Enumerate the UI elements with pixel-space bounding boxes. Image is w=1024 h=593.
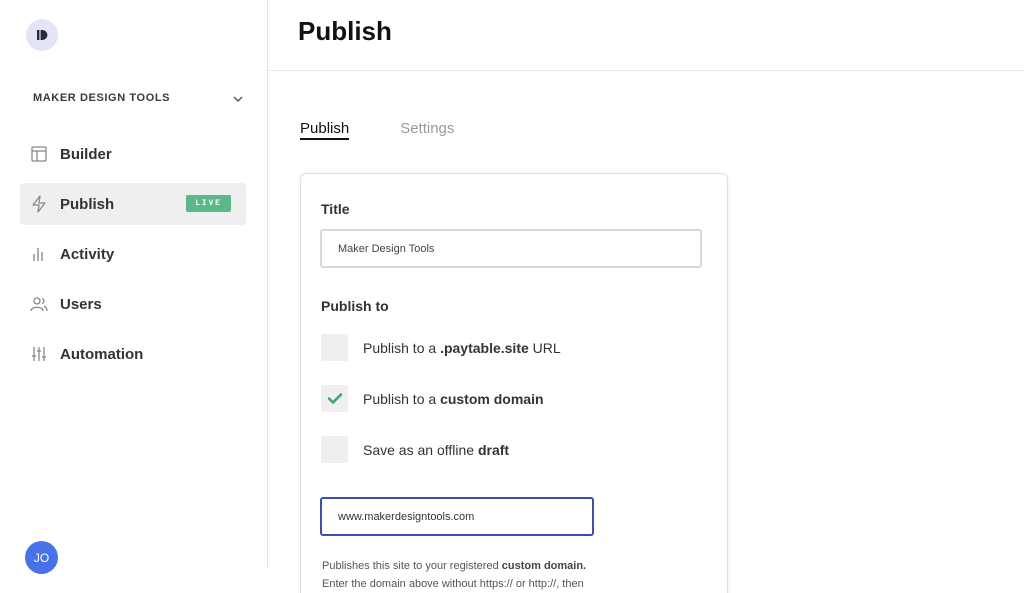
- checkbox-unchecked[interactable]: [321, 436, 348, 463]
- option-label: Save as an offline draft: [363, 441, 510, 458]
- sidebar-item-users[interactable]: Users: [20, 283, 246, 325]
- page-title: Publish: [298, 16, 392, 46]
- sidebar-item-activity[interactable]: Activity: [20, 233, 246, 275]
- checkbox-unchecked[interactable]: [321, 334, 348, 361]
- chevron-down-icon: [233, 89, 243, 107]
- tab-bar: Publish Settings: [300, 120, 505, 140]
- option-label: Publish to a .paytable.site URL: [363, 339, 561, 356]
- lightning-icon: [30, 195, 48, 213]
- sliders-icon: [30, 345, 48, 363]
- sidebar-item-automation[interactable]: Automation: [20, 333, 246, 375]
- tab-settings[interactable]: Settings: [400, 120, 454, 140]
- sidebar: MAKER DESIGN TOOLS Builder Publish LIVE: [0, 0, 268, 574]
- checkbox-checked[interactable]: [321, 385, 348, 412]
- publish-form-card: Title Publish to Publish to a .paytable.…: [300, 173, 728, 593]
- sidebar-item-label: Users: [60, 295, 102, 313]
- sidebar-nav: Builder Publish LIVE Activity Users Auto…: [20, 133, 246, 383]
- title-label: Title: [321, 201, 350, 217]
- checkmark-icon: [327, 393, 342, 404]
- sidebar-item-builder[interactable]: Builder: [20, 133, 246, 175]
- sidebar-item-label: Publish: [60, 195, 115, 213]
- live-badge: LIVE: [186, 195, 231, 212]
- tab-publish[interactable]: Publish: [300, 120, 350, 140]
- bar-chart-icon: [30, 245, 48, 263]
- sidebar-item-label: Automation: [60, 345, 144, 363]
- layout-icon: [30, 145, 48, 163]
- sidebar-item-publish[interactable]: Publish LIVE: [20, 183, 246, 225]
- sidebar-item-label: Builder: [60, 145, 112, 163]
- option-label: Publish to a custom domain: [363, 390, 544, 407]
- workspace-name: MAKER DESIGN TOOLS: [33, 92, 171, 104]
- user-avatar[interactable]: JO: [25, 541, 58, 574]
- users-icon: [30, 295, 48, 313]
- option-custom-domain[interactable]: Publish to a custom domain: [321, 385, 544, 412]
- domain-input[interactable]: [320, 497, 594, 536]
- option-paytable-url[interactable]: Publish to a .paytable.site URL: [321, 334, 561, 361]
- option-offline-draft[interactable]: Save as an offline draft: [321, 436, 509, 463]
- title-input[interactable]: [320, 229, 702, 268]
- workspace-selector[interactable]: MAKER DESIGN TOOLS: [33, 91, 243, 105]
- paytable-logo-icon[interactable]: [26, 19, 58, 51]
- help-text: Publishes this site to your registered c…: [322, 560, 587, 590]
- sidebar-item-label: Activity: [60, 245, 115, 263]
- publish-to-label: Publish to: [321, 298, 389, 314]
- page-header: Publish: [268, 0, 1024, 71]
